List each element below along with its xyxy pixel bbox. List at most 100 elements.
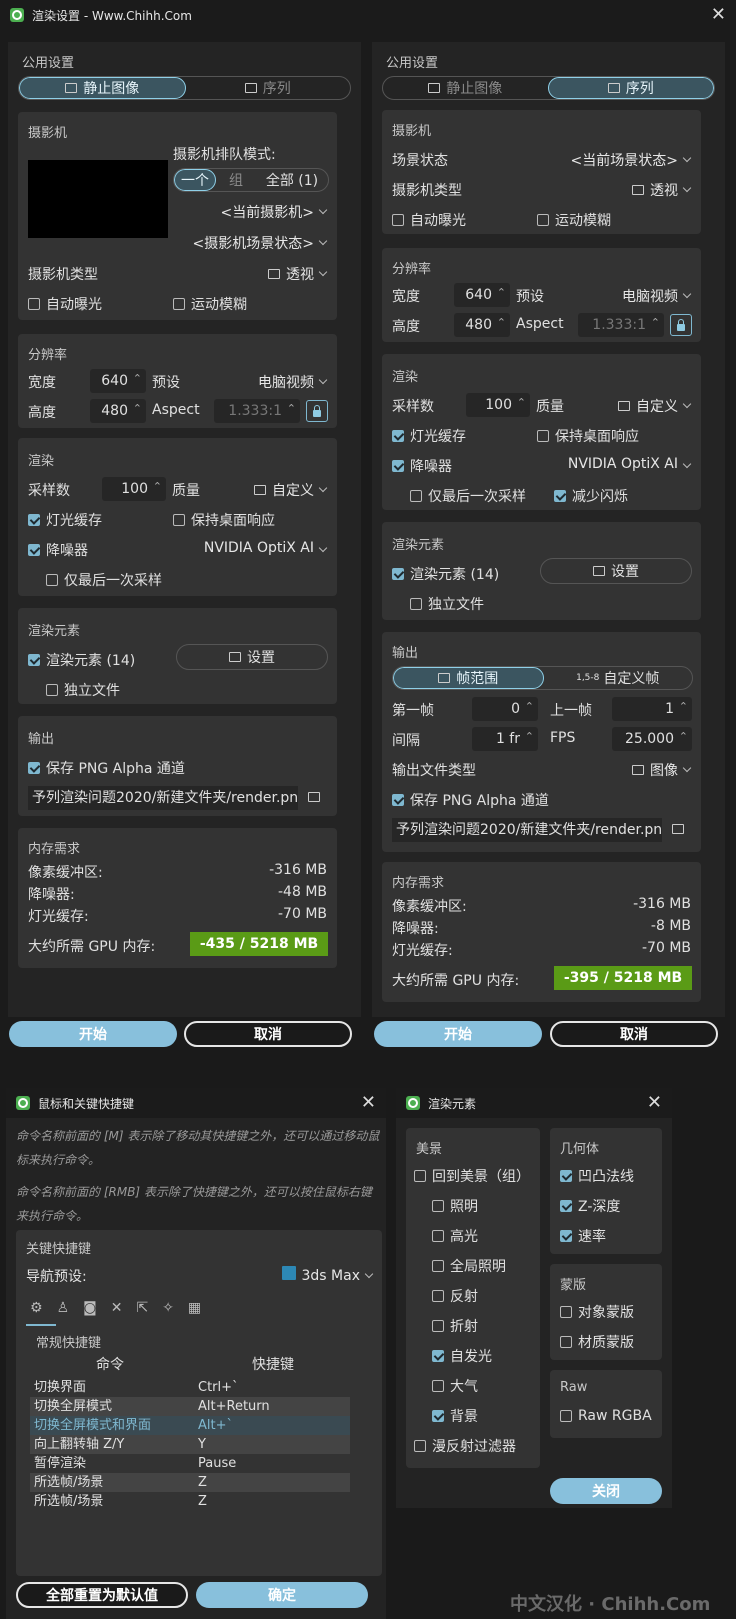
reset-defaults-button[interactable]: 全部重置为默认值 xyxy=(16,1582,188,1608)
motion-blur-checkbox[interactable]: 运动模糊 xyxy=(537,210,611,230)
clapper-icon[interactable]: ▦ xyxy=(188,1300,201,1316)
auto-exposure-checkbox[interactable]: 自动曝光 xyxy=(392,210,466,230)
auto-exposure-checkbox[interactable]: 自动曝光 xyxy=(28,294,102,314)
output-path-input[interactable]: 予列渲染问题2020/新建文件夹/render.png xyxy=(28,786,298,810)
light-icon[interactable]: ✧ xyxy=(162,1300,174,1316)
table-row[interactable]: 暂停渲染 Pause xyxy=(30,1454,350,1473)
cancel-button[interactable]: 取消 xyxy=(550,1021,718,1047)
folder-icon[interactable] xyxy=(672,824,684,834)
table-row[interactable]: 切换全屏模式 Alt+Return xyxy=(30,1397,350,1416)
bump-normals-checkbox[interactable]: 凹凸法线 xyxy=(560,1166,634,1186)
tab-sequence[interactable]: 序列 xyxy=(186,77,351,99)
filetype-dropdown[interactable]: 图像 xyxy=(650,763,678,779)
specular-checkbox[interactable]: 高光 xyxy=(432,1226,478,1246)
cancel-button[interactable]: 取消 xyxy=(184,1021,352,1047)
close-button[interactable]: 关闭 xyxy=(550,1478,662,1504)
last-frame-input[interactable]: 1 xyxy=(612,695,692,721)
reflection-checkbox[interactable]: 反射 xyxy=(432,1286,478,1306)
close-icon[interactable]: ✕ xyxy=(647,1092,662,1113)
mode-group[interactable]: 组 xyxy=(216,169,256,191)
save-png-alpha-checkbox[interactable]: 保存 PNG Alpha 通道 xyxy=(28,758,185,778)
start-button[interactable]: 开始 xyxy=(9,1021,177,1047)
denoiser-checkbox[interactable]: 降噪器 xyxy=(28,540,88,560)
frame-mode-toggle[interactable]: 帧范围 1,5-8 自定义帧 xyxy=(392,666,693,690)
walk-icon[interactable]: ♙ xyxy=(57,1300,70,1316)
cursor-icon[interactable]: ⇱ xyxy=(136,1300,148,1316)
object-matte-checkbox[interactable]: 对象蒙版 xyxy=(560,1302,634,1322)
camera-state-dropdown[interactable]: <摄影机场景状态> xyxy=(178,233,328,253)
lighting-checkbox[interactable]: 照明 xyxy=(432,1196,478,1216)
render-elements-checkbox[interactable]: 渲染元素 (14) xyxy=(392,564,499,584)
samples-input[interactable]: 100 xyxy=(102,475,166,501)
material-matte-checkbox[interactable]: 材质蒙版 xyxy=(560,1332,634,1352)
denoiser-dropdown[interactable]: NVIDIA OptiX AI xyxy=(178,540,328,556)
start-button[interactable]: 开始 xyxy=(374,1021,542,1047)
atmosphere-checkbox[interactable]: 大气 xyxy=(432,1376,478,1396)
background-checkbox[interactable]: 背景 xyxy=(432,1406,478,1426)
height-input[interactable]: 480 xyxy=(90,397,146,423)
diffuse-filter-checkbox[interactable]: 漫反射过滤器 xyxy=(414,1436,516,1456)
self-illum-checkbox[interactable]: 自发光 xyxy=(432,1346,492,1366)
mode-toggle[interactable]: 静止图像 序列 xyxy=(382,76,715,100)
table-row[interactable]: 切换界面 Ctrl+` xyxy=(30,1378,350,1397)
mode-all[interactable]: 全部 (1) xyxy=(256,169,328,191)
ok-button[interactable]: 确定 xyxy=(196,1582,368,1608)
tab-custom-frames[interactable]: 1,5-8 自定义帧 xyxy=(544,667,693,689)
table-row[interactable]: 向上翻转轴 Z/Y Y xyxy=(30,1435,350,1454)
mode-toggle[interactable]: 静止图像 序列 xyxy=(18,76,351,100)
gi-checkbox[interactable]: 全局照明 xyxy=(432,1256,506,1276)
refraction-checkbox[interactable]: 折射 xyxy=(432,1316,478,1336)
tab-still-image[interactable]: 静止图像 xyxy=(383,77,548,99)
first-frame-input[interactable]: 0 xyxy=(472,695,538,721)
close-icon[interactable]: ✕ xyxy=(711,4,726,25)
height-input[interactable]: 480 xyxy=(454,311,510,337)
camera-type-dropdown[interactable]: 透视 xyxy=(286,267,314,283)
render-elements-checkbox[interactable]: 渲染元素 (14) xyxy=(28,650,135,670)
tools-icon[interactable]: ✕ xyxy=(111,1300,123,1316)
camera-type-dropdown[interactable]: 透视 xyxy=(650,183,678,199)
preset-dropdown[interactable]: 电脑视频 xyxy=(218,372,328,392)
keep-desktop-checkbox[interactable]: 保持桌面响应 xyxy=(537,426,639,446)
reduce-flicker-checkbox[interactable]: 减少闪烁 xyxy=(554,486,628,506)
folder-icon[interactable] xyxy=(308,792,320,802)
save-png-alpha-checkbox[interactable]: 保存 PNG Alpha 通道 xyxy=(392,790,549,810)
raw-rgba-checkbox[interactable]: Raw RGBA xyxy=(560,1408,652,1424)
table-row[interactable]: 切换全屏模式和界面 Alt+` xyxy=(30,1416,350,1435)
light-cache-checkbox[interactable]: 灯光缓存 xyxy=(392,426,466,446)
nav-preset-dropdown[interactable]: 3ds Max xyxy=(302,1268,360,1284)
light-cache-checkbox[interactable]: 灯光缓存 xyxy=(28,510,102,530)
tab-still-image[interactable]: 静止图像 xyxy=(19,77,186,99)
interval-input[interactable]: 1 fr xyxy=(472,725,538,751)
separate-files-checkbox[interactable]: 独立文件 xyxy=(46,680,120,700)
scene-state-dropdown[interactable]: <当前场景状态> xyxy=(532,150,692,170)
mode-one[interactable]: 一个 xyxy=(174,169,216,191)
keep-desktop-checkbox[interactable]: 保持桌面响应 xyxy=(173,510,275,530)
queue-mode-toggle[interactable]: 一个 组 全部 (1) xyxy=(173,168,329,192)
last-sample-checkbox[interactable]: 仅最后一次采样 xyxy=(410,486,526,506)
elements-settings-button[interactable]: 设置 xyxy=(176,644,328,670)
beauty-group-checkbox[interactable]: 回到美景（组） xyxy=(414,1166,530,1186)
tab-sequence[interactable]: 序列 xyxy=(547,77,714,99)
tab-frame-range[interactable]: 帧范围 xyxy=(393,667,544,689)
quality-dropdown[interactable]: 自定义 xyxy=(272,483,314,499)
denoiser-dropdown[interactable]: NVIDIA OptiX AI xyxy=(542,456,692,472)
close-icon[interactable]: ✕ xyxy=(361,1092,376,1113)
table-row[interactable]: 所选帧/场景 Z xyxy=(30,1473,350,1492)
aspect-input[interactable]: 1.333:1 xyxy=(214,397,300,423)
separate-files-checkbox[interactable]: 独立文件 xyxy=(410,594,484,614)
width-input[interactable]: 640 xyxy=(454,281,510,307)
fps-input[interactable]: 25.000 xyxy=(612,725,692,751)
velocity-checkbox[interactable]: 速率 xyxy=(560,1226,606,1246)
camera-dropdown[interactable]: <当前摄影机> xyxy=(178,202,328,222)
motion-blur-checkbox[interactable]: 运动模糊 xyxy=(173,294,247,314)
z-depth-checkbox[interactable]: Z-深度 xyxy=(560,1196,620,1216)
camera-icon[interactable]: ◙ xyxy=(83,1300,97,1316)
width-input[interactable]: 640 xyxy=(90,367,146,393)
denoiser-checkbox[interactable]: 降噪器 xyxy=(392,456,452,476)
quality-dropdown[interactable]: 自定义 xyxy=(636,399,678,415)
preset-dropdown[interactable]: 电脑视频 xyxy=(582,286,692,306)
aspect-input[interactable]: 1.333:1 xyxy=(578,311,664,337)
lock-icon[interactable] xyxy=(670,314,692,336)
last-sample-checkbox[interactable]: 仅最后一次采样 xyxy=(46,570,162,590)
elements-settings-button[interactable]: 设置 xyxy=(540,558,692,584)
